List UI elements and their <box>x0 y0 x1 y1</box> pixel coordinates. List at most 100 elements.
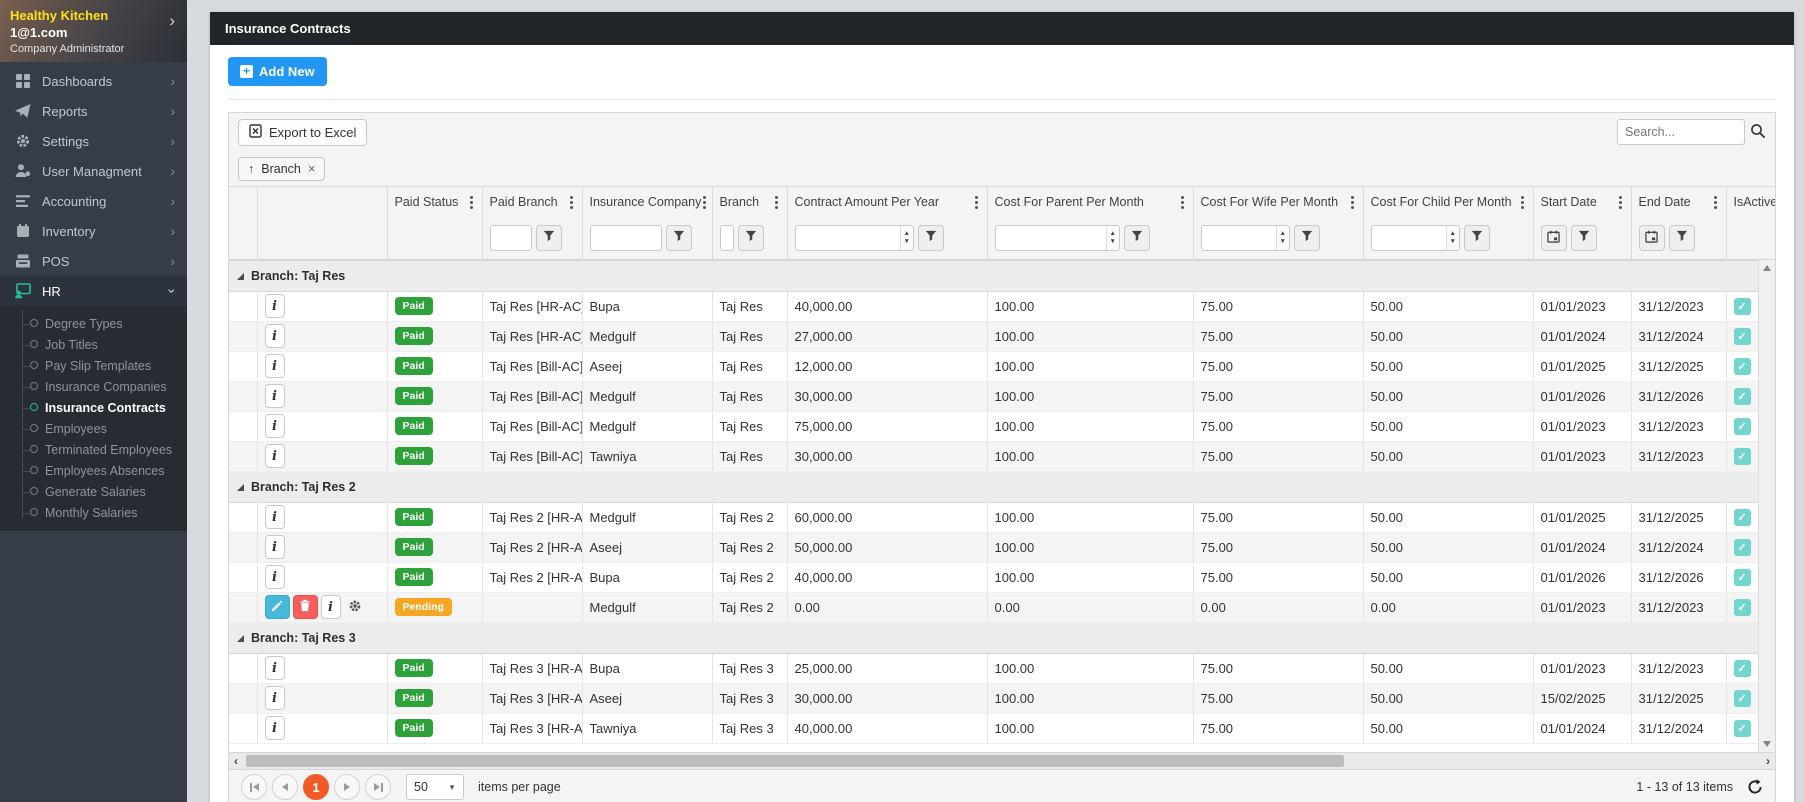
column-menu-icon[interactable] <box>701 194 708 211</box>
spinner-down-icon[interactable]: ▼ <box>1280 238 1286 245</box>
filter-button-insurance-company[interactable] <box>665 224 692 251</box>
column-header-insurance-company[interactable]: Insurance Company <box>581 187 712 217</box>
sidebar-item-accounting[interactable]: Accounting › <box>0 186 187 216</box>
sidebar-subitem-degree-types[interactable]: Degree Types <box>0 313 187 334</box>
filter-button-cost-for-wife-per-month[interactable] <box>1293 224 1320 251</box>
filter-numeric-contract-amount-per-year[interactable]: ▲ ▼ <box>794 224 914 251</box>
pager-page-1-button[interactable]: 1 <box>303 774 329 800</box>
isactive-checkbox[interactable]: ✓ <box>1733 327 1751 345</box>
info-button[interactable]: i <box>264 565 285 589</box>
isactive-checkbox[interactable]: ✓ <box>1733 659 1751 677</box>
sidebar-item-settings[interactable]: Settings › <box>0 126 187 156</box>
sidebar-subitem-job-titles[interactable]: Job Titles <box>0 334 187 355</box>
info-button[interactable]: i <box>264 294 285 318</box>
delete-button[interactable] <box>292 595 318 619</box>
filter-numeric-cost-for-child-per-month[interactable]: ▲ ▼ <box>1370 224 1460 251</box>
column-header-end-date[interactable]: End Date <box>1630 187 1726 217</box>
spinner-down-icon[interactable]: ▼ <box>904 238 910 245</box>
collapse-group-icon[interactable] <box>237 634 244 642</box>
calendar-button-start-date[interactable] <box>1540 224 1567 251</box>
spinner-down-icon[interactable]: ▼ <box>1450 238 1456 245</box>
filter-input-paid-branch[interactable] <box>489 224 532 251</box>
group-chip-branch[interactable]: ↑ Branch × <box>238 156 326 181</box>
column-menu-icon[interactable] <box>1617 194 1624 211</box>
spinner-up-icon[interactable]: ▲ <box>1450 230 1456 237</box>
sidebar-brand[interactable]: Healthy Kitchen 1@1.com Company Administ… <box>0 0 187 62</box>
isactive-checkbox[interactable]: ✓ <box>1733 538 1751 556</box>
info-button[interactable]: i <box>264 414 285 438</box>
sidebar-subitem-employees[interactable]: Employees <box>0 418 187 439</box>
remove-group-icon[interactable]: × <box>308 161 316 176</box>
horizontal-scrollbar[interactable]: ‹ › <box>229 751 1775 769</box>
pager-first-button[interactable] <box>241 774 267 800</box>
column-menu-icon[interactable] <box>1712 194 1719 211</box>
brand-chevron-icon[interactable]: › <box>169 12 175 29</box>
info-button[interactable]: i <box>264 505 285 529</box>
column-header-paid-status[interactable]: Paid Status <box>386 187 482 217</box>
column-header-contract-amount-per-year[interactable]: Contract Amount Per Year <box>786 187 987 217</box>
page-size-select[interactable]: 50 ▼ <box>406 774 464 800</box>
filter-numeric-cost-for-wife-per-month[interactable]: ▲ ▼ <box>1200 224 1290 251</box>
column-menu-icon[interactable] <box>1179 194 1186 211</box>
info-button[interactable]: i <box>264 535 285 559</box>
column-menu-icon[interactable] <box>1519 194 1526 211</box>
refresh-icon[interactable] <box>1747 779 1763 795</box>
filter-button-end-date[interactable] <box>1668 224 1695 251</box>
sidebar-subitem-terminated-employees[interactable]: Terminated Employees <box>0 439 187 460</box>
info-button[interactable]: i <box>264 656 285 680</box>
spinner-up-icon[interactable]: ▲ <box>904 230 910 237</box>
isactive-checkbox[interactable]: ✓ <box>1733 568 1751 586</box>
scroll-left-icon[interactable]: ‹ <box>234 755 238 767</box>
spinner-up-icon[interactable]: ▲ <box>1110 230 1116 237</box>
isactive-checkbox[interactable]: ✓ <box>1733 719 1751 737</box>
search-input[interactable] <box>1617 119 1745 145</box>
sidebar-item-inventory[interactable]: Inventory › <box>0 216 187 246</box>
filter-button-paid-branch[interactable] <box>535 224 562 251</box>
spinner-up-icon[interactable]: ▲ <box>1280 230 1286 237</box>
filter-button-cost-for-child-per-month[interactable] <box>1463 224 1490 251</box>
sidebar-item-pos[interactable]: POS › <box>0 246 187 276</box>
filter-button-start-date[interactable] <box>1570 224 1597 251</box>
scroll-up-icon[interactable] <box>1763 264 1771 271</box>
column-header-cost-for-wife-per-month[interactable]: Cost For Wife Per Month <box>1192 187 1363 217</box>
filter-numeric-cost-for-parent-per-month[interactable]: ▲ ▼ <box>994 224 1120 251</box>
info-button[interactable]: i <box>320 595 341 619</box>
isactive-checkbox[interactable]: ✓ <box>1733 598 1751 616</box>
collapse-group-icon[interactable] <box>237 483 244 491</box>
column-header-cost-for-child-per-month[interactable]: Cost For Child Per Month <box>1362 187 1533 217</box>
scroll-right-icon[interactable]: › <box>1766 755 1770 767</box>
spinner-down-icon[interactable]: ▼ <box>1110 238 1116 245</box>
sidebar-subitem-generate-salaries[interactable]: Generate Salaries <box>0 481 187 502</box>
column-header-start-date[interactable]: Start Date <box>1532 187 1631 217</box>
column-header-paid-branch[interactable]: Paid Branch <box>481 187 582 217</box>
sidebar-subitem-insurance-contracts[interactable]: Insurance Contracts <box>0 397 187 418</box>
column-menu-icon[interactable] <box>1349 194 1356 211</box>
isactive-checkbox[interactable]: ✓ <box>1733 357 1751 375</box>
isactive-checkbox[interactable]: ✓ <box>1733 689 1751 707</box>
filter-input-branch[interactable] <box>719 224 734 251</box>
sidebar-item-reports[interactable]: Reports › <box>0 96 187 126</box>
isactive-checkbox[interactable]: ✓ <box>1733 297 1751 315</box>
isactive-checkbox[interactable]: ✓ <box>1733 387 1751 405</box>
add-new-button[interactable]: + Add New <box>228 57 327 86</box>
pager-last-button[interactable] <box>365 774 391 800</box>
column-header-branch[interactable]: Branch <box>711 187 787 217</box>
edit-button[interactable] <box>264 595 290 619</box>
sidebar-item-user-managment[interactable]: User Managment › <box>0 156 187 186</box>
filter-button-contract-amount-per-year[interactable] <box>917 224 944 251</box>
column-header-isactive[interactable]: IsActive <box>1725 187 1775 217</box>
export-to-excel-button[interactable]: Export to Excel <box>238 118 368 146</box>
vertical-scrollbar[interactable] <box>1758 259 1775 752</box>
sidebar-subitem-employees-absences[interactable]: Employees Absences <box>0 460 187 481</box>
filter-input-insurance-company[interactable] <box>589 224 662 251</box>
sidebar-item-dashboards[interactable]: Dashboards › <box>0 66 187 96</box>
info-button[interactable]: i <box>264 686 285 710</box>
info-button[interactable]: i <box>264 444 285 468</box>
info-button[interactable]: i <box>264 384 285 408</box>
filter-button-cost-for-parent-per-month[interactable] <box>1123 224 1150 251</box>
isactive-checkbox[interactable]: ✓ <box>1733 508 1751 526</box>
filter-button-branch[interactable] <box>737 224 764 251</box>
isactive-checkbox[interactable]: ✓ <box>1733 447 1751 465</box>
info-button[interactable]: i <box>264 716 285 740</box>
collapse-group-icon[interactable] <box>237 272 244 280</box>
